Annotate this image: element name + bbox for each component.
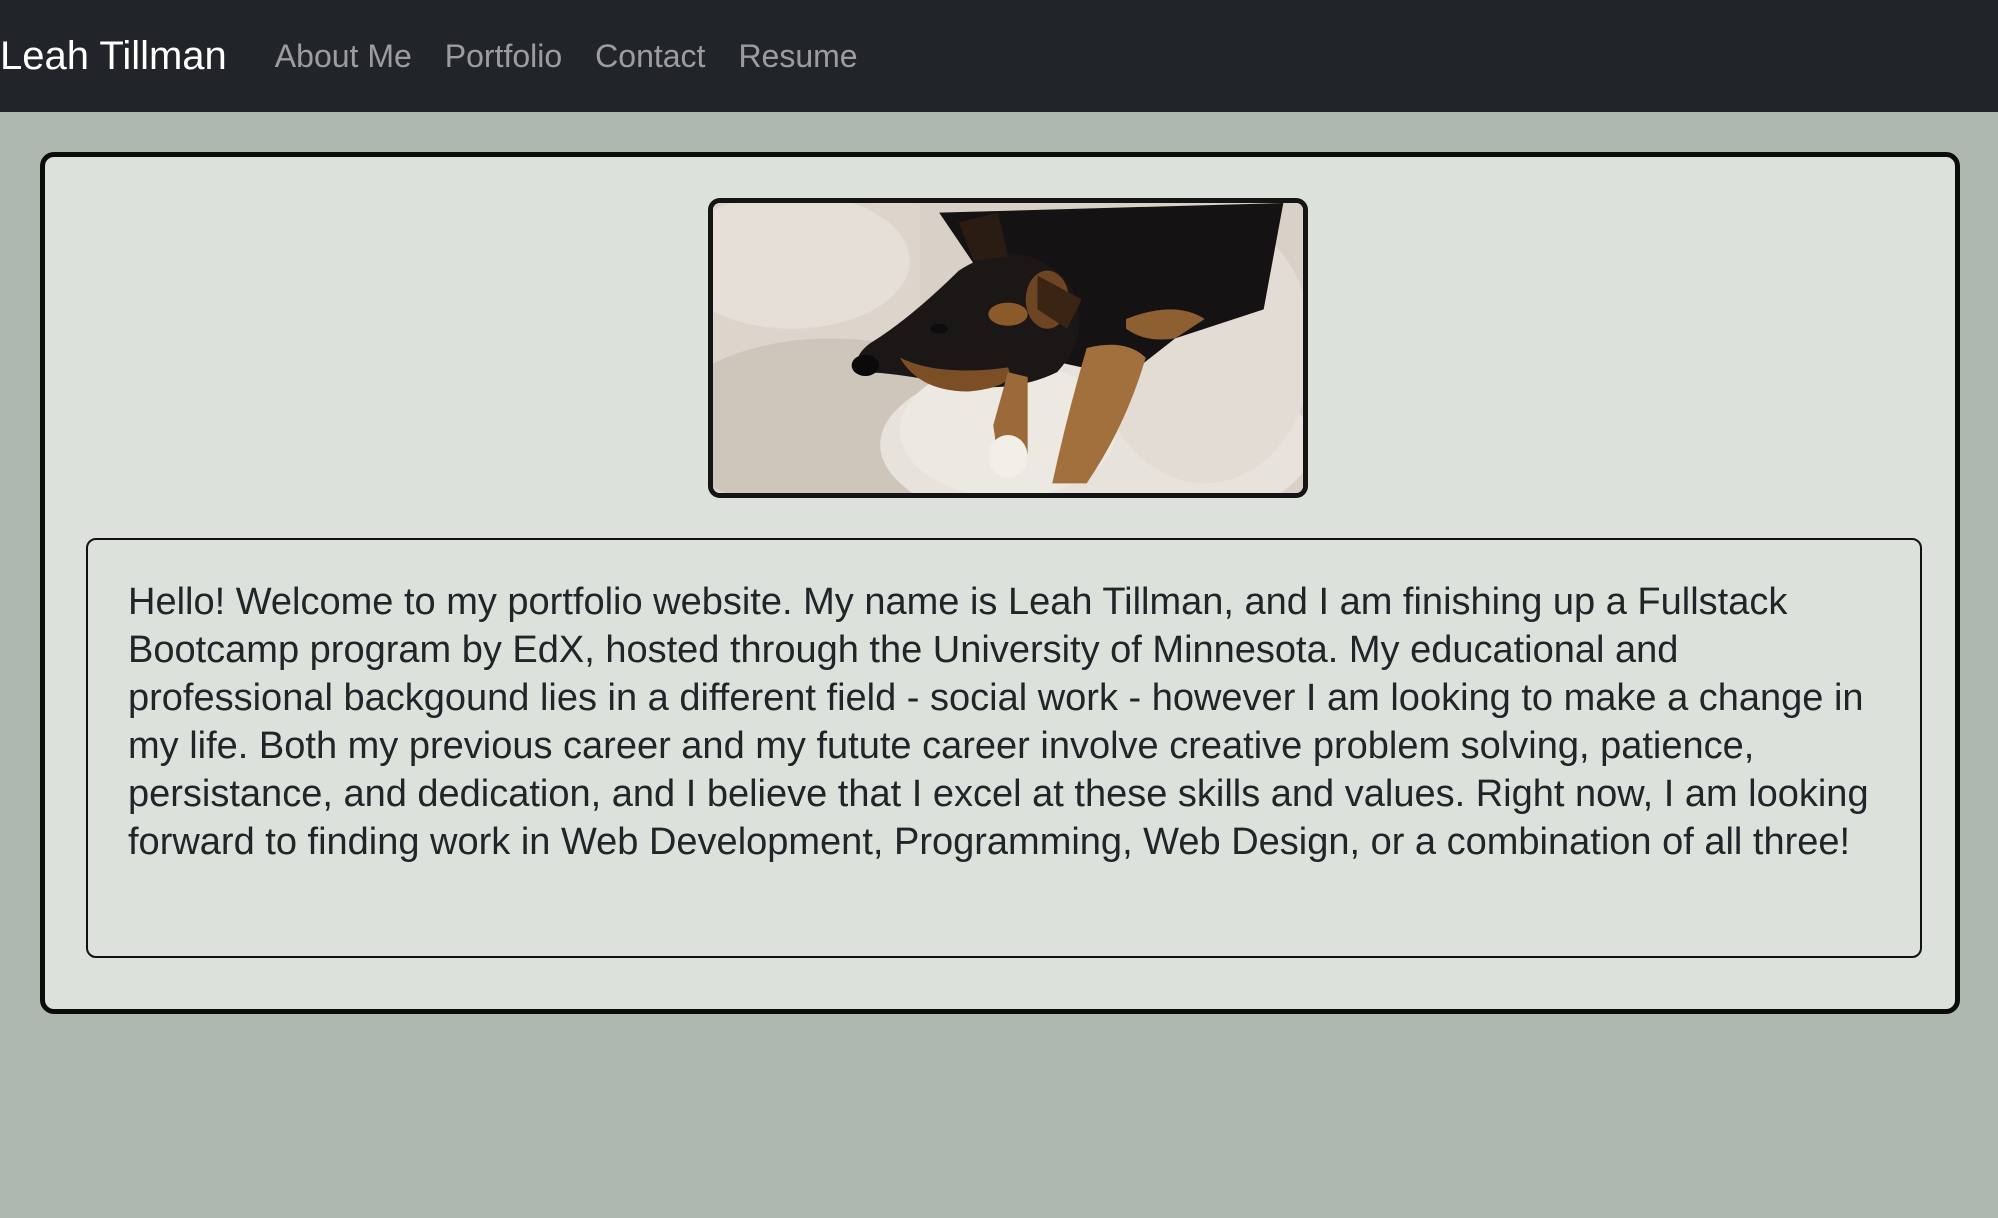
nav-link-about-me[interactable]: About Me: [275, 40, 412, 72]
nav-link-resume[interactable]: Resume: [738, 40, 857, 72]
nav-links: About Me Portfolio Contact Resume: [275, 40, 891, 72]
bio-text: Hello! Welcome to my portfolio website. …: [128, 581, 1869, 863]
profile-photo: [708, 198, 1308, 498]
nav-link-contact[interactable]: Contact: [595, 40, 705, 72]
top-navbar: Leah Tillman About Me Portfolio Contact …: [0, 0, 1998, 112]
dog-photo-image: [713, 203, 1303, 493]
bio-box: Hello! Welcome to my portfolio website. …: [86, 538, 1922, 958]
about-card: Hello! Welcome to my portfolio website. …: [40, 152, 1960, 1014]
brand-link[interactable]: Leah Tillman: [0, 36, 227, 76]
nav-link-portfolio[interactable]: Portfolio: [445, 40, 562, 72]
